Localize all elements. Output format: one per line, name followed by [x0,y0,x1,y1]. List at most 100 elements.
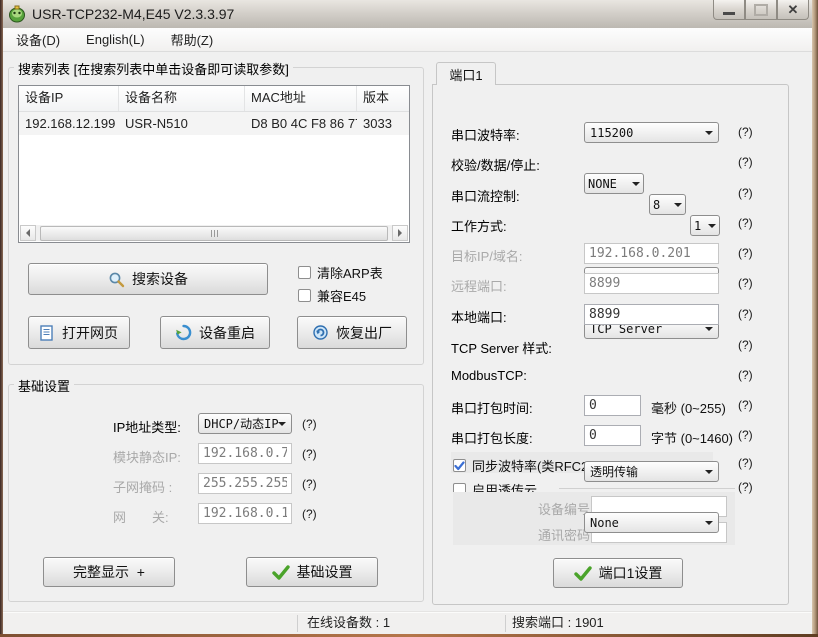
scrollbar-thumb[interactable] [40,226,388,241]
parity-data-stop-help[interactable]: (?) [738,155,753,169]
device-cell: USR-N510 [119,112,245,135]
device-list[interactable]: 设备IP设备名称MAC地址版本 192.168.12.199USR-N510D8… [18,85,410,243]
pack-length-field[interactable] [584,425,641,446]
minimize-button[interactable] [713,0,745,20]
chevron-down-icon [674,203,682,211]
modbus-tcp-help[interactable]: (?) [738,368,753,382]
scroll-left-icon [22,229,30,237]
tcp-server-style-label: TCP Server 样式: [451,338,552,357]
clear-arp-checkbox-row[interactable]: 清除ARP表 [298,263,383,282]
column-header[interactable]: MAC地址 [245,86,357,111]
local-port-label: 本地端口: [451,307,507,326]
thumb-grip [211,230,212,237]
base-settings-apply-button[interactable]: 基础设置 [246,557,378,587]
parity-data-stop-select-1[interactable]: 8 [649,194,686,215]
gateway-help[interactable]: (?) [302,507,317,521]
close-button[interactable]: ✕ [777,0,809,20]
target-ip-label: 目标IP/域名: [451,246,523,265]
scroll-left-button[interactable] [20,225,36,241]
open-webpage-label: 打开网页 [62,323,118,343]
parity-data-stop-select-0[interactable]: NONE [584,173,644,194]
menu-item-help[interactable]: 帮助(Z) [161,27,224,52]
open-webpage-button[interactable]: 打开网页 [28,316,130,349]
chevron-down-icon [705,521,713,529]
pack-length-label: 串口打包长度: [451,428,533,447]
tcp-server-style-help[interactable]: (?) [738,338,753,352]
device-restart-button[interactable]: 设备重启 [160,316,270,349]
column-header[interactable]: 版本 [357,86,409,111]
local-port-field[interactable] [584,304,719,325]
modbus-tcp-label: ModbusTCP: [451,368,527,383]
horizontal-scrollbar[interactable] [20,225,408,241]
parity-data-stop-value-0: NONE [588,177,632,191]
thumb-grip [214,230,215,237]
check-icon [574,566,592,581]
gateway-label: 网 关: [113,507,169,526]
device-row[interactable]: 192.168.12.199USR-N510D8 B0 4C F8 86 773… [19,112,409,135]
thumb-grip [217,230,218,237]
check-icon [272,565,290,580]
compat-e45-checkbox[interactable] [298,289,311,302]
static-ip-label: 模块静态IP: [113,447,181,466]
parity-data-stop-value-1: 8 [653,198,674,212]
cloud-enable-help[interactable]: (?) [738,480,753,494]
flow-control-help[interactable]: (?) [738,186,753,200]
pack-time-label: 串口打包时间: [451,398,533,417]
compat-e45-checkbox-row[interactable]: 兼容E45 [298,286,366,305]
target-ip-help[interactable]: (?) [738,246,753,260]
menu-item-device[interactable]: 设备(D) [6,27,70,52]
work-mode-label: 工作方式: [451,216,507,235]
pack-length-help[interactable]: (?) [738,428,753,442]
device-cell: 3033 [357,112,409,135]
column-header[interactable]: 设备名称 [119,86,245,111]
scroll-right-button[interactable] [392,225,408,241]
title-bar[interactable]: USR-TCP232-M4,E45 V2.3.3.97 ✕ [0,0,818,29]
gateway-field [198,503,292,524]
online-device-count: 在线设备数 : 1 [307,612,390,634]
work-mode-help[interactable]: (?) [738,216,753,230]
minimize-icon [723,12,735,15]
menu-item-english[interactable]: English(L) [76,29,155,50]
status-divider [505,615,506,632]
search-devices-button[interactable]: 搜索设备 [28,263,268,295]
sync-baud-help[interactable]: (?) [738,456,753,470]
ip-type-select[interactable]: DHCP/动态IP [198,413,292,434]
maximize-button[interactable] [745,0,777,20]
port1-apply-button[interactable]: 端口1设置 [553,558,683,588]
cloud-group-line [559,488,735,489]
base-settings-title: 基础设置 [14,376,74,395]
factory-reset-label: 恢复出厂 [336,323,392,343]
app-icon [8,5,26,23]
full-display-button[interactable]: 完整显示 + [43,557,175,587]
pack-time-help[interactable]: (?) [738,398,753,412]
scrollbar-track[interactable] [36,225,392,241]
tcp-server-style-select[interactable]: 透明传输 [584,461,719,482]
device-cell: 192.168.12.199 [19,112,119,135]
ip-type-help[interactable]: (?) [302,417,317,431]
factory-reset-button[interactable]: 恢复出厂 [297,316,407,349]
subnet-mask-help[interactable]: (?) [302,477,317,491]
chevron-down-icon [708,224,716,232]
tab-port1[interactable]: 端口1 [436,62,496,85]
remote-port-help[interactable]: (?) [738,276,753,290]
sync-baud-checkbox[interactable] [453,459,466,472]
parity-data-stop-select-2[interactable]: 1 [690,215,720,236]
baud-rate-help[interactable]: (?) [738,125,753,139]
comm-password-label: 通讯密码 [538,525,590,544]
scroll-right-icon [398,229,406,237]
baud-rate-select[interactable]: 115200 [584,122,719,143]
local-port-help[interactable]: (?) [738,307,753,321]
chevron-down-icon [705,327,713,335]
window-controls: ✕ [713,0,809,20]
tab-port1-label: 端口1 [449,65,482,84]
pack-time-field[interactable] [584,395,641,416]
close-icon: ✕ [788,3,799,16]
static-ip-help[interactable]: (?) [302,447,317,461]
factory-reset-icon [312,324,329,341]
clear-arp-checkbox[interactable] [298,266,311,279]
column-header[interactable]: 设备IP [19,86,119,111]
webpage-icon [40,325,55,341]
modbus-tcp-select[interactable]: None [584,512,719,533]
device-cell: D8 B0 4C F8 86 77 [245,112,357,135]
chevron-down-icon [705,131,713,139]
